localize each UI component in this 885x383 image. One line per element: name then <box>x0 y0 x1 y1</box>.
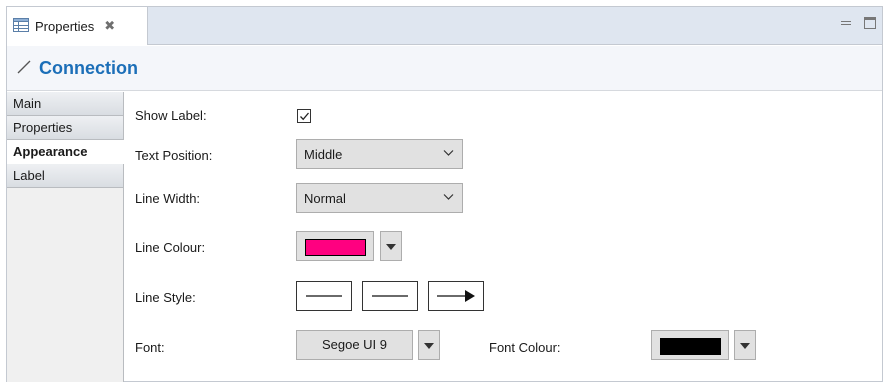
show-label-label: Show Label: <box>135 108 207 123</box>
arrow-line-icon <box>437 290 475 302</box>
checkmark-icon <box>300 112 309 121</box>
view-tabstrip: Properties ✖ <box>7 7 882 45</box>
font-colour-dropdown[interactable] <box>734 330 756 360</box>
line-style-solid-button-2[interactable] <box>362 281 418 311</box>
text-position-select[interactable]: Middle <box>296 139 463 169</box>
font-label: Font: <box>135 340 165 355</box>
page-title: Connection <box>39 57 138 78</box>
close-icon[interactable]: ✖ <box>104 18 115 34</box>
line-colour-dropdown[interactable] <box>380 231 402 261</box>
maximize-icon[interactable] <box>864 17 876 29</box>
font-colour-button[interactable] <box>651 330 729 360</box>
tab-main[interactable]: Main <box>7 92 123 116</box>
line-width-value: Normal <box>304 190 346 206</box>
line-colour-swatch <box>305 239 366 256</box>
section-tabs: Main Properties Appearance Label <box>7 92 124 382</box>
font-dropdown[interactable] <box>418 330 440 360</box>
font-button[interactable]: Segoe UI 9 <box>296 330 413 360</box>
line-style-solid-button[interactable] <box>296 281 352 311</box>
properties-view: Properties ✖ Connection Main Properties … <box>6 6 883 382</box>
tab-properties-section[interactable]: Properties <box>7 116 123 140</box>
line-width-select[interactable]: Normal <box>296 183 463 213</box>
line-style-label: Line Style: <box>135 290 196 305</box>
properties-header: Connection <box>7 46 882 91</box>
line-colour-label: Line Colour: <box>135 240 206 255</box>
minimize-icon[interactable] <box>840 17 852 29</box>
chevron-down-icon <box>443 150 454 156</box>
window-controls <box>840 17 876 29</box>
solid-line-icon <box>372 295 408 297</box>
tab-properties[interactable]: Properties ✖ <box>7 7 148 45</box>
properties-table-icon <box>13 17 29 35</box>
text-position-label: Text Position: <box>135 148 213 163</box>
font-colour-swatch <box>660 338 721 355</box>
tab-properties-label: Properties <box>35 18 95 34</box>
solid-line-icon <box>306 295 342 297</box>
chevron-down-icon <box>443 194 454 200</box>
line-style-arrow-button[interactable] <box>428 281 484 311</box>
tab-label[interactable]: Label <box>7 164 123 188</box>
font-colour-label: Font Colour: <box>489 340 561 355</box>
tab-appearance[interactable]: Appearance <box>7 140 124 164</box>
line-colour-button[interactable] <box>296 231 374 261</box>
text-position-value: Middle <box>304 146 343 162</box>
line-width-label: Line Width: <box>135 191 201 206</box>
show-label-checkbox[interactable] <box>297 109 311 123</box>
appearance-panel: Show Label: Text Position: Middle Line W… <box>125 92 882 381</box>
connection-line-icon <box>17 60 31 77</box>
